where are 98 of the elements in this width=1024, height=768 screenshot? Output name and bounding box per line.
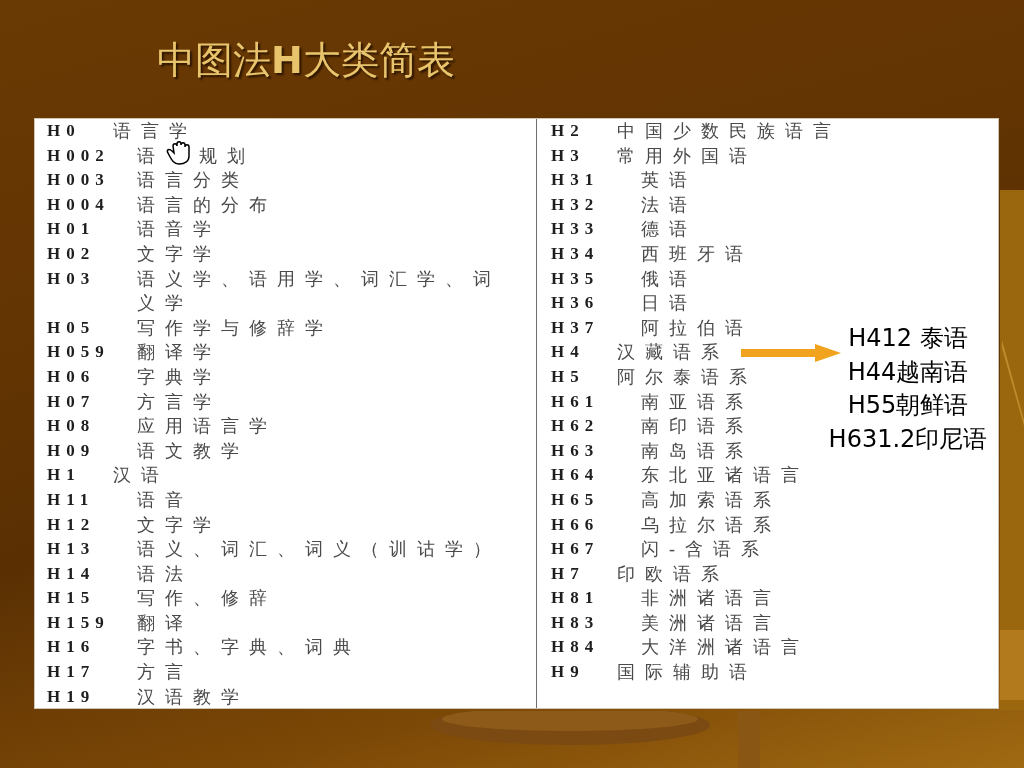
class-code: H01 (47, 218, 96, 241)
class-name: 字书、字典、词典 (137, 636, 361, 660)
class-name: 常用外国语 (617, 144, 757, 168)
class-name: 阿拉伯语 (641, 316, 753, 340)
class-code: H67 (551, 538, 600, 561)
class-name: 语义学、语用学、词汇学、词义学 (137, 267, 502, 316)
class-code: H4 (551, 341, 585, 364)
class-name: 语 (137, 144, 165, 168)
class-code: H004 (47, 193, 110, 216)
class-code: H36 (551, 292, 600, 315)
class-name: 德语 (641, 218, 697, 242)
callout-line: H412 泰语 (848, 323, 968, 354)
class-name: 高加索语系 (641, 488, 781, 512)
class-name: 大洋洲诸语言 (641, 636, 809, 660)
class-code: H002 (47, 144, 110, 167)
class-name: 写作、修辞 (137, 587, 277, 611)
class-code: H1 (47, 464, 81, 487)
class-code: H7 (551, 562, 585, 585)
class-name: 俄语 (641, 267, 697, 291)
class-name: 汉藏语系 (617, 341, 729, 365)
class-code: H19 (47, 685, 96, 708)
class-code: H0 (47, 120, 81, 142)
class-name: 英语 (641, 169, 697, 193)
class-code: H63 (551, 439, 600, 462)
class-code: H37 (551, 316, 600, 339)
class-code: H09 (47, 439, 96, 462)
class-name: 语义、词汇、词义（训诂学） (137, 538, 501, 562)
class-name: 南印语系 (641, 415, 753, 439)
class-code: H84 (551, 636, 600, 659)
class-code: H05 (47, 316, 96, 339)
class-name: 规划 (199, 144, 255, 168)
class-code: H83 (551, 611, 600, 634)
class-code: H3 (551, 144, 585, 167)
class-name: 西班牙语 (641, 242, 753, 266)
class-name: 日语 (641, 292, 697, 316)
class-name: 汉语教学 (137, 685, 249, 709)
callout-line: H44越南语 (847, 356, 969, 388)
class-code: H13 (47, 538, 96, 561)
class-code: H02 (47, 242, 96, 265)
class-code: H5 (551, 365, 585, 388)
class-code: H81 (551, 587, 600, 610)
class-code: H059 (47, 341, 110, 364)
class-name: 应用语言学 (137, 415, 277, 439)
class-name: 阿尔泰语系 (617, 365, 757, 389)
class-name: 闪-含语系 (641, 538, 769, 562)
class-code: H16 (47, 636, 96, 659)
class-name: 语言的分布 (137, 193, 277, 217)
class-code: H9 (551, 661, 585, 684)
class-code: H003 (47, 169, 110, 192)
class-code: H65 (551, 488, 600, 511)
class-code: H159 (47, 611, 110, 634)
class-name: 南岛语系 (641, 439, 753, 463)
class-name: 方言 (137, 661, 193, 685)
class-name: 语文教学 (137, 439, 249, 463)
class-code: H03 (47, 267, 96, 290)
class-code: H07 (47, 390, 96, 413)
class-name: 美洲诸语言 (641, 611, 781, 635)
class-code: H17 (47, 661, 96, 684)
class-code: H2 (551, 120, 585, 142)
class-code: H15 (47, 587, 96, 610)
class-name: 印欧语系 (617, 562, 729, 586)
class-code: H64 (551, 464, 600, 487)
class-name: 汉语 (113, 464, 169, 488)
class-code: H62 (551, 415, 600, 438)
class-name: 字典学 (137, 365, 221, 389)
class-code: H32 (551, 193, 600, 216)
class-code: H34 (551, 242, 600, 265)
class-code: H33 (551, 218, 600, 241)
class-name: 翻译学 (137, 341, 221, 365)
class-name: 方言学 (137, 390, 221, 414)
class-name: 国际辅助语 (617, 661, 757, 685)
class-name: 中国少数民族语言 (617, 120, 841, 143)
class-name: 非洲诸语言 (641, 587, 781, 611)
callout-line: H631.2印尼语 (828, 423, 988, 455)
class-name: 语言学 (113, 120, 197, 143)
class-code: H66 (551, 513, 600, 536)
class-code: H08 (47, 415, 96, 438)
class-name: 南亚语系 (641, 390, 753, 414)
class-name: 东北亚诸语言 (641, 464, 809, 488)
class-name: 写作学与修辞学 (137, 316, 333, 340)
class-code: H31 (551, 169, 600, 192)
callout-line: H55朝鲜语 (847, 390, 969, 421)
class-code: H11 (47, 488, 95, 511)
class-name: 文字学 (137, 242, 221, 266)
class-code: H61 (551, 390, 600, 413)
class-code: H14 (47, 562, 96, 585)
class-name: 语言分类 (137, 169, 249, 193)
class-name: 文字学 (137, 513, 221, 537)
class-name: 语法 (137, 562, 193, 586)
class-code: H35 (551, 267, 600, 290)
class-name: 法语 (641, 193, 697, 217)
class-name: 语音 (137, 488, 193, 512)
class-name: 语音学 (137, 218, 221, 242)
class-code: H12 (47, 513, 96, 536)
slide-title: 中图法H大类简表 (157, 37, 455, 83)
class-name: 乌拉尔语系 (641, 513, 781, 537)
class-code: H06 (47, 365, 96, 388)
class-name: 翻译 (137, 611, 193, 635)
